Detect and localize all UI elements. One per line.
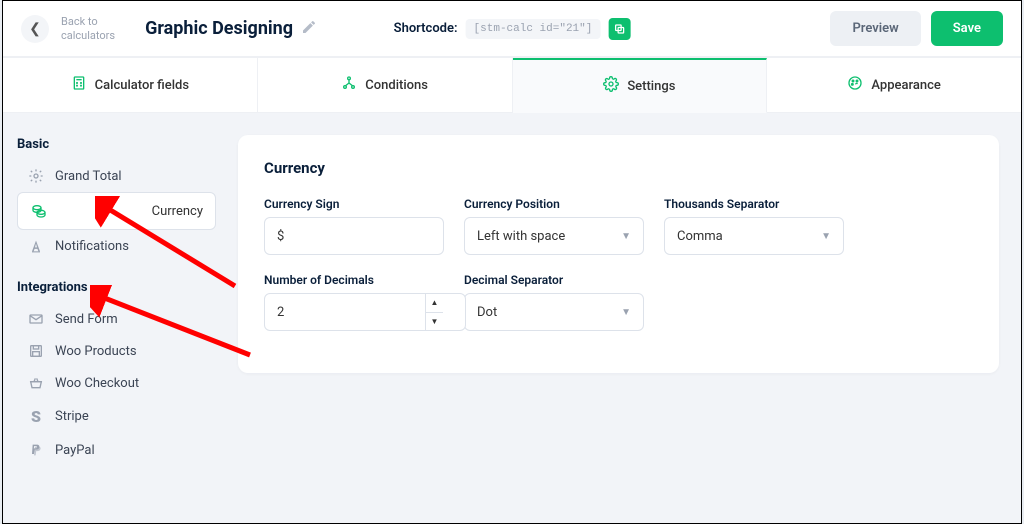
tab-conditions[interactable]: Conditions — [258, 58, 513, 113]
nav-stripe[interactable]: S Stripe — [17, 399, 216, 434]
shortcode-block: Shortcode: [stm-calc id="21"] — [394, 18, 631, 40]
nav-label: Notifications — [55, 239, 129, 254]
save-button[interactable]: Save — [931, 11, 1003, 46]
page-title: Graphic Designing — [145, 18, 317, 39]
tab-settings[interactable]: Settings — [513, 58, 768, 113]
back-label: Back to calculators — [61, 15, 115, 41]
chevron-down-icon: ▼ — [621, 231, 631, 242]
tab-label: Appearance — [871, 78, 940, 93]
nav-label: PayPal — [55, 443, 95, 458]
currency-position-label: Currency Position — [464, 197, 644, 211]
tab-calculator-fields[interactable]: Calculator fields — [3, 58, 258, 113]
settings-sidebar: Basic Grand Total Currency Notifications… — [3, 113, 216, 523]
nav-send-form[interactable]: Send Form — [17, 303, 216, 335]
number-decimals-label: Number of Decimals — [264, 273, 444, 287]
basket-icon — [27, 375, 45, 391]
shortcode-label: Shortcode: — [394, 21, 458, 36]
appearance-icon — [847, 75, 863, 95]
nav-woo-checkout[interactable]: Woo Checkout — [17, 367, 216, 399]
thousands-separator-select[interactable]: Comma ▼ — [664, 217, 844, 255]
nav-label: Stripe — [55, 409, 89, 424]
tab-label: Calculator fields — [95, 78, 189, 93]
currency-panel: Currency Currency Sign Currency Position… — [238, 135, 999, 373]
mail-icon — [27, 311, 45, 327]
step-up-icon[interactable]: ▲ — [426, 294, 443, 313]
coins-icon — [30, 203, 48, 219]
currency-sign-input[interactable] — [264, 217, 444, 255]
nav-notifications[interactable]: Notifications — [17, 230, 216, 262]
number-stepper[interactable]: ▲▼ — [425, 294, 443, 330]
nav-grand-total[interactable]: Grand Total — [17, 160, 216, 192]
font-icon — [27, 238, 45, 254]
title-text: Graphic Designing — [145, 18, 293, 39]
chevron-down-icon: ▼ — [821, 231, 831, 242]
calculator-icon — [71, 75, 87, 95]
edit-title-icon[interactable] — [301, 19, 317, 39]
settings-icon — [603, 76, 619, 96]
select-value: Left with space — [477, 229, 565, 244]
nav-label: Woo Products — [55, 344, 137, 359]
nav-woo-products[interactable]: Woo Products — [17, 335, 216, 367]
gear-icon — [27, 168, 45, 184]
chevron-left-icon: ❮ — [29, 21, 41, 37]
thousands-separator-label: Thousands Separator — [664, 197, 844, 211]
nav-currency[interactable]: Currency — [17, 192, 216, 230]
nav-label: Currency — [152, 204, 203, 219]
shortcode-value: [stm-calc id="21"] — [466, 19, 601, 39]
nav-paypal[interactable]: PayPal — [17, 434, 216, 466]
preview-button[interactable]: Preview — [830, 11, 920, 46]
select-value: Comma — [677, 229, 723, 244]
stripe-icon: S — [27, 407, 45, 426]
tab-label: Conditions — [365, 78, 428, 93]
chevron-down-icon: ▼ — [621, 307, 631, 318]
conditions-icon — [341, 75, 357, 95]
decimal-separator-select[interactable]: Dot ▼ — [464, 293, 644, 331]
paypal-icon — [27, 442, 45, 458]
back-button[interactable]: ❮ — [21, 15, 49, 43]
save-icon — [27, 343, 45, 359]
tab-appearance[interactable]: Appearance — [767, 58, 1021, 113]
currency-sign-label: Currency Sign — [264, 197, 444, 211]
nav-label: Send Form — [55, 312, 118, 327]
decimal-separator-label: Decimal Separator — [464, 273, 644, 287]
nav-label: Woo Checkout — [55, 376, 139, 391]
panel-heading: Currency — [264, 159, 973, 177]
tab-label: Settings — [627, 79, 675, 94]
step-down-icon[interactable]: ▼ — [426, 313, 443, 331]
sidebar-section-basic: Basic — [17, 131, 216, 160]
copy-icon[interactable] — [608, 18, 630, 40]
currency-position-select[interactable]: Left with space ▼ — [464, 217, 644, 255]
select-value: Dot — [477, 305, 497, 320]
nav-label: Grand Total — [55, 169, 122, 184]
sidebar-section-integrations: Integrations — [17, 262, 216, 303]
